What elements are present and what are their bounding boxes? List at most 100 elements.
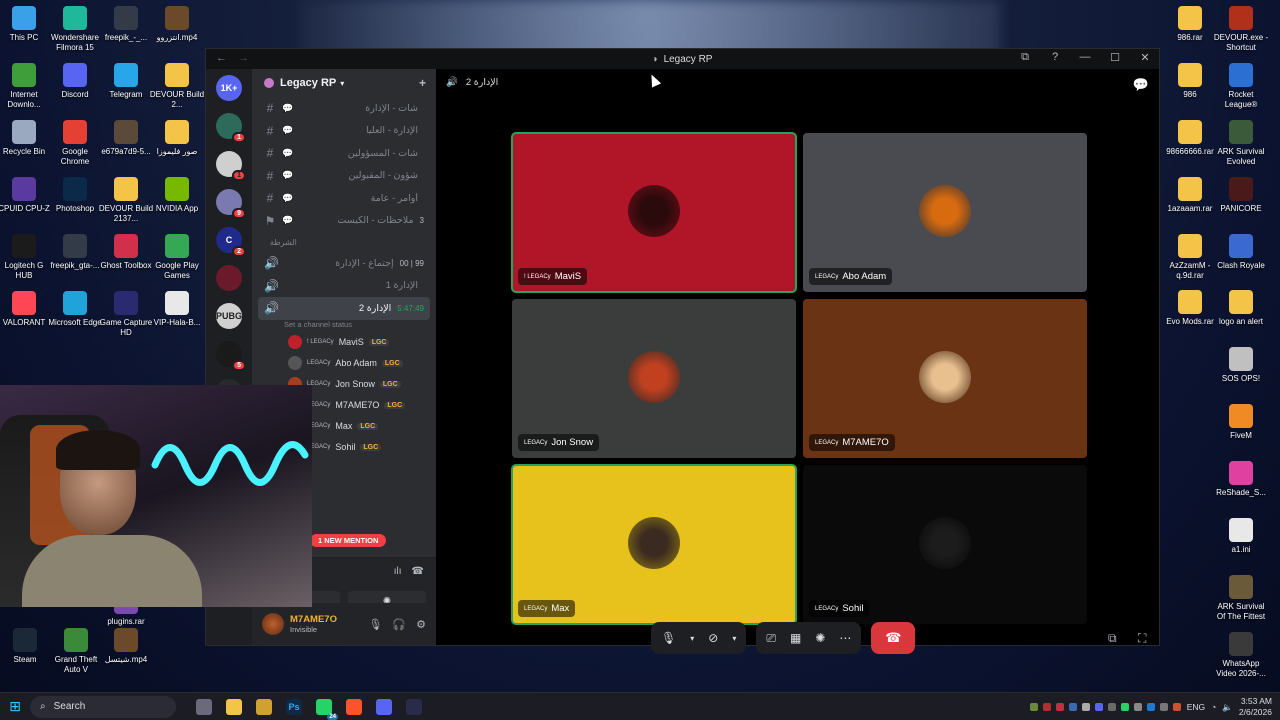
desktop-icon[interactable]: انتزروو.mp4 — [149, 6, 205, 43]
whatsapp-icon[interactable]: 24 — [316, 698, 338, 720]
tray-icon[interactable] — [1172, 703, 1181, 711]
voice-member[interactable]: ! LEGACy MaviS LGC — [258, 332, 430, 353]
help-icon[interactable]: ? — [1047, 51, 1063, 64]
desktop-icon[interactable]: Rocket League® — [1213, 63, 1269, 110]
discord-icon[interactable] — [376, 698, 392, 715]
active-voice-channel[interactable]: 🔊 الإدارة 2 5:47:49 — [258, 297, 430, 320]
desktop-icon[interactable]: This PC — [0, 6, 52, 43]
popout-icon[interactable]: ⧉ — [1108, 631, 1117, 646]
hang-up-button[interactable]: ☎ — [871, 622, 916, 654]
disconnect-icon[interactable]: ☎ — [412, 566, 424, 577]
tray-icon[interactable] — [1029, 703, 1038, 711]
desktop-icon[interactable]: e679a7d9-5... — [98, 120, 154, 157]
desktop-icon[interactable]: شيتسل.mp4 — [98, 628, 154, 665]
desktop-icon[interactable]: WhatsApp Video 2026-... — [1213, 632, 1269, 679]
desktop-icon[interactable]: Internet Downlo... — [0, 63, 52, 110]
soundboard-icon[interactable]: ✺ — [815, 631, 825, 645]
file-explorer-icon[interactable] — [226, 698, 242, 715]
activity-icon[interactable]: ▦ — [790, 631, 801, 645]
microphone-icon[interactable]: 🎙 — [368, 618, 382, 631]
desktop-icon[interactable]: SOS OPS! — [1213, 347, 1269, 384]
headphones-icon[interactable]: 🎧 — [392, 618, 406, 631]
language-indicator[interactable]: ENG — [1187, 702, 1205, 712]
tray-icon[interactable] — [1120, 703, 1129, 711]
desktop-icon[interactable]: 986 — [1162, 63, 1218, 100]
search-box[interactable]: ⌕ Search — [30, 695, 176, 718]
app-icon[interactable] — [406, 698, 422, 715]
task-view-icon[interactable] — [196, 698, 212, 715]
tray-icon[interactable] — [1068, 703, 1077, 711]
maximize-icon[interactable]: ☐ — [1107, 51, 1123, 64]
server-icon[interactable]: C2 — [216, 227, 246, 257]
desktop-icon[interactable]: صور فليموزا — [149, 120, 205, 157]
desktop-icon[interactable]: FiveM — [1213, 404, 1269, 441]
server-icon[interactable]: 9 — [216, 189, 246, 219]
forward-arrow-icon[interactable]: → — [238, 52, 249, 64]
desktop-icon[interactable]: VIP-Hala-B... — [149, 291, 205, 328]
video-tile[interactable]: LEGACy Sohil — [803, 465, 1087, 624]
fullscreen-icon[interactable]: ⛶ — [1138, 631, 1146, 646]
desktop-icon[interactable]: Recycle Bin — [0, 120, 52, 157]
video-tile[interactable]: ! LEGACy MaviS — [511, 132, 797, 293]
desktop-icon[interactable]: Grand Theft Auto V — [48, 628, 104, 675]
tray-icon[interactable] — [1107, 703, 1116, 711]
desktop-icon[interactable]: freepik_gta-... — [47, 234, 103, 271]
desktop-icon[interactable]: Photoshop — [47, 177, 103, 214]
chat-bubble-icon[interactable]: 💬 — [1133, 77, 1149, 93]
channel-item[interactable]: ⚑ 💬 ملاحظات - الكيست 3 — [258, 210, 430, 233]
desktop-icon[interactable]: logo an alert — [1213, 290, 1269, 327]
screen-share-icon[interactable]: ⎚ — [766, 631, 776, 646]
video-tile[interactable]: LEGACy Jon Snow — [512, 299, 796, 458]
server-icon[interactable]: PUBG — [216, 303, 242, 329]
server-icon[interactable]: 1 — [216, 151, 246, 181]
add-member-icon[interactable]: + — [419, 76, 426, 90]
microphone-icon[interactable]: 🎙 — [661, 631, 676, 645]
voice-member[interactable]: LEGACy Abo Adam LGC — [258, 353, 430, 374]
tray-icon[interactable] — [1094, 703, 1103, 711]
close-icon[interactable]: ✕ — [1137, 51, 1153, 64]
tray-icon[interactable] — [1055, 703, 1064, 711]
desktop-icon[interactable]: Logitech G HUB — [0, 234, 52, 281]
voice-channel-item[interactable]: 🔊 إجتماع - الإدارة 00 | 99 — [258, 252, 430, 275]
video-tile[interactable]: LEGACy Abo Adam — [803, 133, 1087, 292]
video-tile[interactable]: LEGACy Max — [511, 464, 797, 625]
pip-icon[interactable]: ⧉ — [1017, 51, 1033, 64]
desktop-icon[interactable]: Clash Royale — [1213, 234, 1269, 271]
more-icon[interactable]: ⋯ — [839, 631, 851, 645]
avatar[interactable] — [262, 613, 284, 635]
server-icon[interactable]: 5 — [216, 341, 246, 371]
desktop-icon[interactable]: VALORANT — [0, 291, 52, 328]
server-icon[interactable]: 1K+ — [216, 75, 242, 101]
photoshop-icon[interactable]: Ps — [286, 698, 302, 715]
desktop-icon[interactable]: Wondershare Filmora 15 — [47, 6, 103, 53]
channel-item[interactable]: # 💬 شات - المسؤولين — [258, 142, 430, 165]
server-icon[interactable]: 1 — [216, 113, 246, 143]
channel-item[interactable]: # 💬 الإدارة - العليا — [258, 120, 430, 143]
guild-header[interactable]: Legacy RP ▾ + — [252, 69, 436, 97]
tray-icon[interactable] — [1159, 703, 1168, 711]
video-tile[interactable]: LEGACy M7AME7O — [803, 299, 1087, 458]
channel-item[interactable]: # 💬 شات - الإدارة — [258, 97, 430, 120]
store-icon[interactable] — [256, 698, 272, 715]
channel-item[interactable]: # 💬 أوامر - عامة — [258, 187, 430, 210]
brave-icon[interactable] — [346, 698, 362, 715]
desktop-icon[interactable]: Game Capture HD — [98, 291, 154, 338]
channel-status-hint[interactable]: Set a channel status — [258, 320, 430, 332]
desktop-icon[interactable]: Telegram — [98, 63, 154, 100]
desktop-icon[interactable]: 1azaaam.rar — [1162, 177, 1218, 214]
desktop-icon[interactable]: NVIDIA App — [149, 177, 205, 214]
signal-icon[interactable]: ılı — [394, 566, 402, 577]
desktop-icon[interactable]: Discord — [47, 63, 103, 100]
camera-off-icon[interactable]: ⊘ — [708, 631, 718, 645]
voice-channel-item[interactable]: 🔊 الإدارة 1 — [258, 275, 430, 298]
volume-icon[interactable]: 🔈 — [1222, 702, 1233, 713]
minimize-icon[interactable]: — — [1077, 51, 1093, 64]
desktop-icon[interactable]: ReShade_S... — [1213, 461, 1269, 498]
tray-icon[interactable] — [1133, 703, 1142, 711]
desktop-icon[interactable]: CPUID CPU-Z — [0, 177, 52, 214]
desktop-icon[interactable]: a1.ini — [1213, 518, 1269, 555]
desktop-icon[interactable]: Google Chrome — [47, 120, 103, 167]
desktop-icon[interactable]: DEVOUR Build 2137... — [98, 177, 154, 224]
desktop-icon[interactable]: freepik_-_... — [98, 6, 154, 43]
tray-icon[interactable] — [1042, 703, 1051, 711]
